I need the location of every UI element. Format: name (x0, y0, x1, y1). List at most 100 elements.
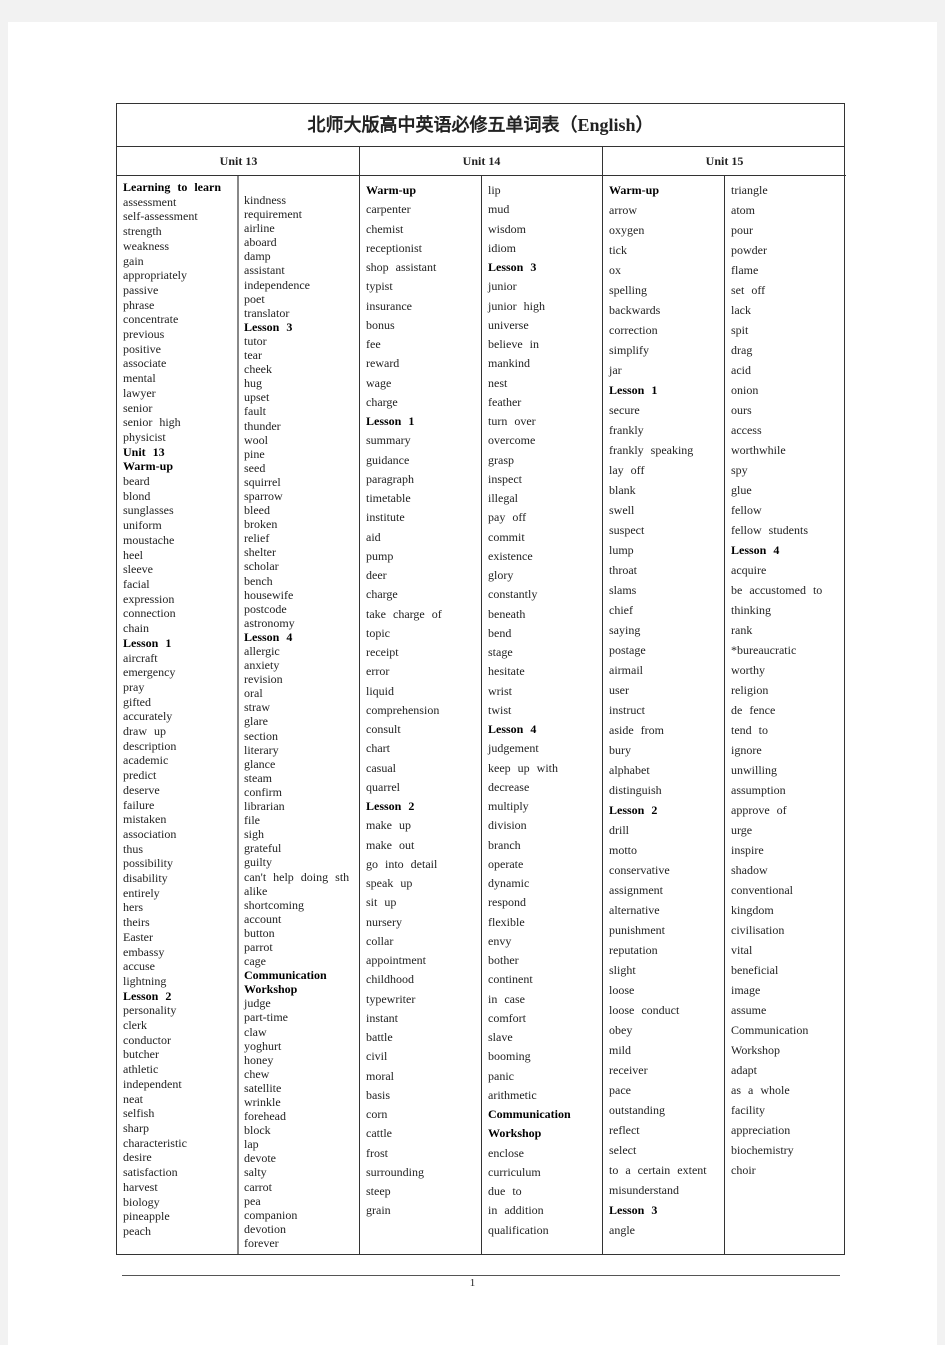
vocabulary-word: accuse (123, 959, 155, 974)
vocabulary-word: multiply (488, 799, 529, 813)
vocabulary-word: moral (366, 1068, 394, 1083)
vocabulary-word: ignore (731, 743, 762, 757)
vocabulary-word: due to (488, 1184, 522, 1198)
vocabulary-word: comfort (488, 1010, 526, 1025)
vocabulary-word: in case (488, 991, 525, 1006)
vocabulary-word: user (609, 683, 629, 697)
vocabulary-word: reflect (609, 1123, 640, 1137)
vocabulary-word: spelling (609, 283, 647, 297)
vocabulary-word: casual (366, 760, 396, 775)
vocabulary-word: grasp (488, 452, 514, 467)
vocabulary-word: judge (244, 996, 271, 1011)
vocabulary-word: hesitate (488, 664, 525, 679)
vocabulary-word: fellow (731, 503, 762, 517)
vocabulary-word: lay off (609, 463, 645, 477)
unit-15-header: Unit 15 (603, 146, 846, 176)
vocabulary-word: civilisation (731, 923, 785, 937)
vocabulary-word: pour (731, 223, 753, 237)
vocabulary-word: phrase (123, 297, 155, 312)
vocabulary-word: connection (123, 606, 176, 621)
vocabulary-word: steam (244, 770, 272, 785)
vocabulary-word: curriculum (488, 1164, 541, 1179)
vocabulary-word: embassy (123, 944, 165, 959)
section-heading: Lesson 3 (609, 1203, 658, 1217)
vocabulary-word: go into detail (366, 856, 438, 871)
vocabulary-word: spit (731, 323, 749, 337)
vocabulary-word: Communication (731, 1023, 809, 1037)
vocabulary-word: beard (123, 474, 150, 489)
vocabulary-word: chemist (366, 221, 404, 236)
vocabulary-word: reward (366, 356, 400, 371)
vocabulary-word: drill (609, 823, 629, 837)
section-heading: Lesson 4 (488, 722, 537, 736)
vocabulary-word: loose conduct (609, 1003, 680, 1017)
vocabulary-word: illegal (488, 491, 518, 505)
section-heading: Unit 13 (123, 444, 165, 459)
vocabulary-word: typist (366, 279, 393, 294)
vocabulary-word: respond (488, 895, 526, 910)
vocabulary-word: devote (244, 1151, 276, 1166)
vocabulary-word: strength (123, 224, 162, 239)
vocabulary-word: astronomy (244, 615, 295, 630)
vocabulary-word: thus (123, 841, 144, 856)
vocabulary-word: receipt (366, 645, 399, 659)
vocabulary-word: hug (244, 376, 262, 391)
vocabulary-word: aid (366, 529, 381, 544)
vocabulary-word: enclose (488, 1145, 524, 1160)
vocabulary-word: companion (244, 1207, 298, 1222)
vocabulary-word: blond (123, 488, 151, 503)
vocabulary-word: cattle (366, 1126, 392, 1141)
vocabulary-word: straw (244, 700, 270, 715)
vocabulary-word: error (366, 664, 390, 679)
vocabulary-word: poet (244, 291, 265, 306)
vocabulary-word: deer (366, 568, 387, 582)
vocabulary-word: previous (123, 327, 165, 342)
vocabulary-word: surrounding (366, 1164, 424, 1179)
vocabulary-word: vital (731, 943, 753, 957)
vocabulary-word: possibility (123, 856, 174, 871)
vocabulary-word: powder (731, 243, 767, 257)
vocabulary-word: part-time (244, 1010, 288, 1025)
vocabulary-word: to a certain extent (609, 1163, 707, 1177)
vocabulary-word: continent (488, 972, 533, 987)
section-heading: Lesson 1 (366, 414, 415, 428)
vocabulary-word: fault (244, 404, 266, 419)
vocabulary-word: heel (123, 547, 143, 562)
vocabulary-word: timetable (366, 491, 411, 505)
vocabulary-word: carrot (244, 1179, 272, 1194)
unit-13-header: Unit 13 (117, 146, 360, 176)
vocabulary-word: forehead (244, 1109, 286, 1124)
vocabulary-word: booming (488, 1049, 531, 1064)
vocabulary-word: select (609, 1143, 637, 1157)
vocabulary-word: thinking (731, 603, 772, 617)
vocabulary-word: biology (123, 1194, 160, 1209)
vocabulary-word: ox (609, 263, 621, 277)
vocabulary-word: dynamic (488, 876, 530, 890)
vocabulary-word: beneficial (731, 963, 779, 977)
vocabulary-word: pay off (488, 510, 527, 525)
vocabulary-word: in addition (488, 1203, 544, 1218)
vocabulary-word: assume (731, 1003, 767, 1017)
vocabulary-word: moustache (123, 532, 175, 547)
vocabulary-word: steep (366, 1184, 391, 1198)
section-heading: Lesson 1 (123, 635, 172, 650)
vocabulary-word: file (244, 813, 260, 828)
vocabulary-word: pump (366, 548, 394, 563)
vocabulary-word: saying (609, 623, 641, 637)
vocabulary-table: 北师大版高中英语必修五单词表（English） Unit 13 Unit 14 … (116, 103, 846, 1255)
vocabulary-word: shortcoming (244, 897, 304, 912)
vocabulary-word: cheek (244, 362, 272, 377)
vocabulary-word: honey (244, 1052, 274, 1067)
vocabulary-word: airmail (609, 663, 643, 677)
vocabulary-word: conservative (609, 863, 670, 877)
vocabulary-word: chain (123, 621, 149, 636)
vocabulary-word: unwilling (731, 763, 778, 777)
vocabulary-word: tutor (244, 333, 267, 348)
vocabulary-word: childhood (366, 972, 414, 987)
section-heading: Lesson 3 (244, 319, 293, 334)
vocabulary-word: disability (123, 871, 168, 886)
vocabulary-word: set off (731, 283, 766, 297)
vocabulary-word: grateful (244, 841, 282, 856)
vocabulary-word: ours (731, 403, 752, 417)
vocabulary-word: quarrel (366, 779, 400, 794)
